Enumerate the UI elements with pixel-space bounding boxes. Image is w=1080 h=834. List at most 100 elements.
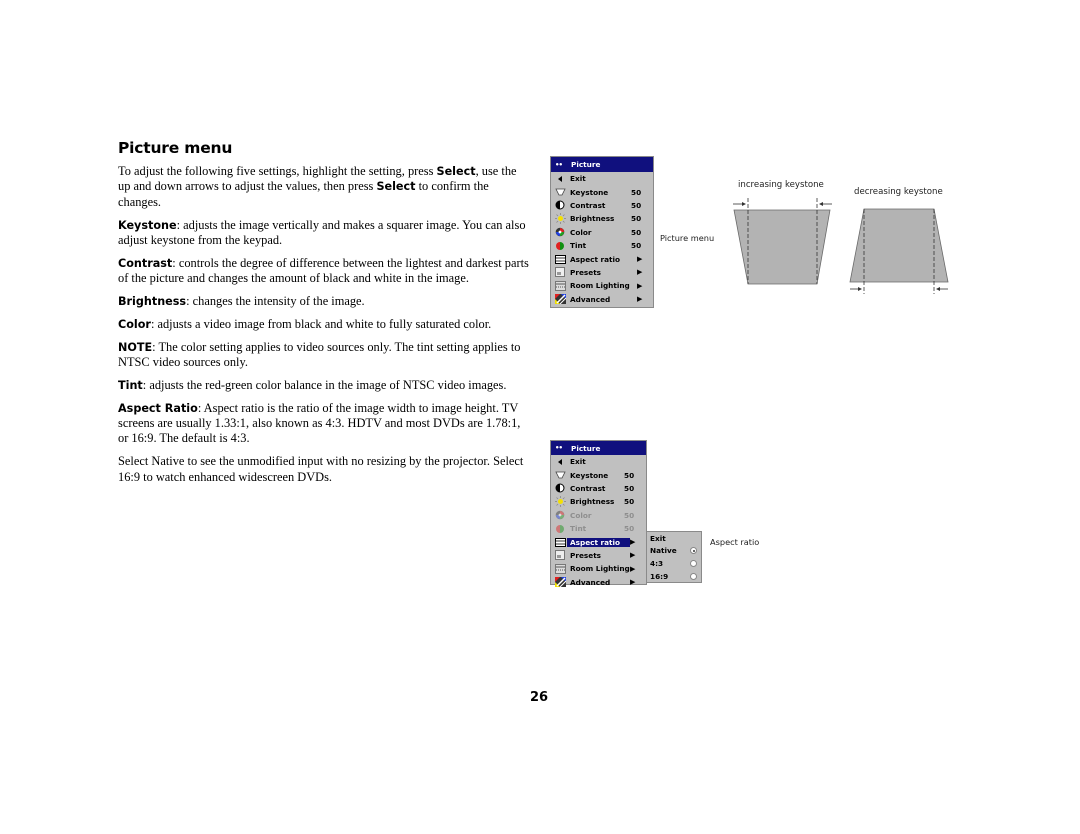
menu-item-value: 50 <box>631 241 642 251</box>
contrast-icon <box>554 483 566 493</box>
menu-item-color[interactable]: Color 50 <box>551 509 646 522</box>
keystone-icon <box>554 187 566 197</box>
menu-item-label: Keystone <box>570 470 609 480</box>
submenu-arrow-icon: ▶ <box>630 578 636 587</box>
submenu-item-native[interactable]: Native <box>647 545 701 558</box>
radio-button[interactable] <box>690 547 697 555</box>
exit-arrow-icon <box>554 174 566 184</box>
menu-item-label: Color <box>570 510 592 520</box>
paragraph-text: Select Native to see the unmodified inpu… <box>118 454 524 484</box>
menu-item-aspect-ratio[interactable]: Aspect ratio ▶ <box>551 535 646 548</box>
menu-item-brightness[interactable]: Brightness 50 <box>551 212 653 225</box>
submenu-item-exit[interactable]: Exit <box>647 532 701 545</box>
advanced-icon <box>554 294 566 305</box>
paragraph-text: : adjusts the image vertically and makes… <box>118 217 526 248</box>
menu-item-label: Tint <box>570 241 587 251</box>
paragraph: Contrast: controls the degree of differe… <box>118 256 530 287</box>
menu-title-bar: •• Picture <box>551 441 646 455</box>
menu-item-value: 50 <box>624 470 635 480</box>
submenu-item-16-9[interactable]: 16:9 <box>647 570 701 583</box>
paragraph: Tint: adjusts the red-green color balanc… <box>118 378 530 393</box>
submenu-arrow-icon: ▶ <box>637 255 643 264</box>
menu-move-icon: •• <box>555 160 563 169</box>
menu-item-label: Presets <box>570 267 602 277</box>
menu-item-advanced[interactable]: Advanced ▶ <box>551 293 653 306</box>
arrow-left-icon <box>819 202 832 206</box>
menu-item-keystone[interactable]: Keystone 50 <box>551 185 653 198</box>
tint-icon <box>554 524 566 534</box>
menu-item-keystone[interactable]: Keystone 50 <box>551 468 646 481</box>
term: Brightness <box>118 295 187 309</box>
menu-item-label: Contrast <box>570 483 606 493</box>
menu-item-label: Brightness <box>570 497 615 507</box>
tint-icon <box>554 241 566 251</box>
paragraph: NOTE: The color setting applies to video… <box>118 340 530 371</box>
menu-item-aspect-ratio[interactable]: Aspect ratio ▶ <box>551 252 653 265</box>
keystone-shape <box>733 209 831 285</box>
paragraph: Brightness: changes the intensity of the… <box>118 294 530 309</box>
room-lighting-icon <box>554 563 566 574</box>
menu-item-exit[interactable]: Exit <box>551 455 646 468</box>
menu-item-tint[interactable]: Tint 50 <box>551 522 646 535</box>
paragraph: Keystone: adjusts the image vertically a… <box>118 218 530 249</box>
color-icon <box>554 510 566 520</box>
arrow-right-icon <box>733 202 746 206</box>
contrast-icon <box>554 200 566 210</box>
menu-item-color[interactable]: Color 50 <box>551 226 653 239</box>
menu-item-value: 50 <box>624 497 635 507</box>
menu-item-label: Aspect ratio <box>567 537 630 547</box>
menu-item-tint[interactable]: Tint 50 <box>551 239 653 252</box>
submenu-item-4-3[interactable]: 4:3 <box>647 557 701 570</box>
menu-item-label: Room Lighting <box>570 564 630 574</box>
menu-item-value: 50 <box>631 227 642 237</box>
paragraph-text: : The color setting applies to video sou… <box>118 339 521 370</box>
paragraph: To adjust the following five settings, h… <box>118 164 530 210</box>
menu-item-label: Exit <box>570 457 586 467</box>
menu-item-presets[interactable]: Presets ▶ <box>551 266 653 279</box>
menu-item-label: Advanced <box>570 294 611 304</box>
menu-item-label: Color <box>570 227 592 237</box>
increasing-keystone-label: increasing keystone <box>738 180 824 190</box>
brightness-icon <box>554 496 566 508</box>
aspect-ratio-icon <box>554 254 566 264</box>
submenu-arrow-icon: ▶ <box>637 268 643 277</box>
radio-button[interactable] <box>690 559 697 567</box>
term: Keystone <box>118 218 177 232</box>
paragraph-text: : controls the degree of difference betw… <box>118 255 529 286</box>
paragraph: Color: adjusts a video image from black … <box>118 317 530 332</box>
menu-item-room-lighting[interactable]: Room Lighting ▶ <box>551 562 646 575</box>
submenu-arrow-icon: ▶ <box>637 281 643 290</box>
menu-item-advanced[interactable]: Advanced ▶ <box>551 576 646 589</box>
aspect-ratio-menu: •• Picture Exit Keystone 50 Contrast 50 Brigh… <box>550 440 647 588</box>
menu-item-label: Aspect ratio <box>570 254 621 264</box>
submenu-arrow-icon: ▶ <box>630 538 636 547</box>
paragraph-text: : adjusts a video image from black and w… <box>150 316 492 331</box>
page-title: Picture menu <box>118 139 233 157</box>
radio-button[interactable] <box>690 572 697 580</box>
menu-item-label: Contrast <box>570 200 606 210</box>
menu-item-contrast[interactable]: Contrast 50 <box>551 482 646 495</box>
keystone-icon <box>554 470 566 480</box>
menu-item-value: 50 <box>631 214 642 224</box>
submenu-item-label: 16:9 <box>650 571 669 581</box>
decreasing-keystone-label: decreasing keystone <box>854 187 943 197</box>
menu-item-contrast[interactable]: Contrast 50 <box>551 199 653 212</box>
aspect-ratio-icon <box>554 537 566 547</box>
paragraph: Aspect Ratio: Aspect ratio is the ratio … <box>118 401 530 447</box>
menu-item-brightness[interactable]: Brightness 50 <box>551 495 646 508</box>
submenu-item-label: Exit <box>650 533 666 543</box>
term: Color <box>118 317 151 331</box>
submenu-arrow-icon: ▶ <box>630 564 636 573</box>
menu-title: Picture <box>571 443 601 453</box>
menu-item-exit[interactable]: Exit <box>551 172 653 185</box>
decreasing-keystone-diagram <box>849 208 949 294</box>
menu-item-label: Room Lighting <box>570 281 630 291</box>
menu-item-room-lighting[interactable]: Room Lighting ▶ <box>551 279 653 292</box>
increasing-keystone-diagram <box>733 198 832 285</box>
term: Aspect Ratio <box>118 401 198 415</box>
page-number: 26 <box>530 690 549 705</box>
submenu-item-label: Native <box>650 546 677 556</box>
term: Select <box>436 165 476 178</box>
menu-item-label: Exit <box>570 174 586 184</box>
menu-item-presets[interactable]: Presets ▶ <box>551 549 646 562</box>
